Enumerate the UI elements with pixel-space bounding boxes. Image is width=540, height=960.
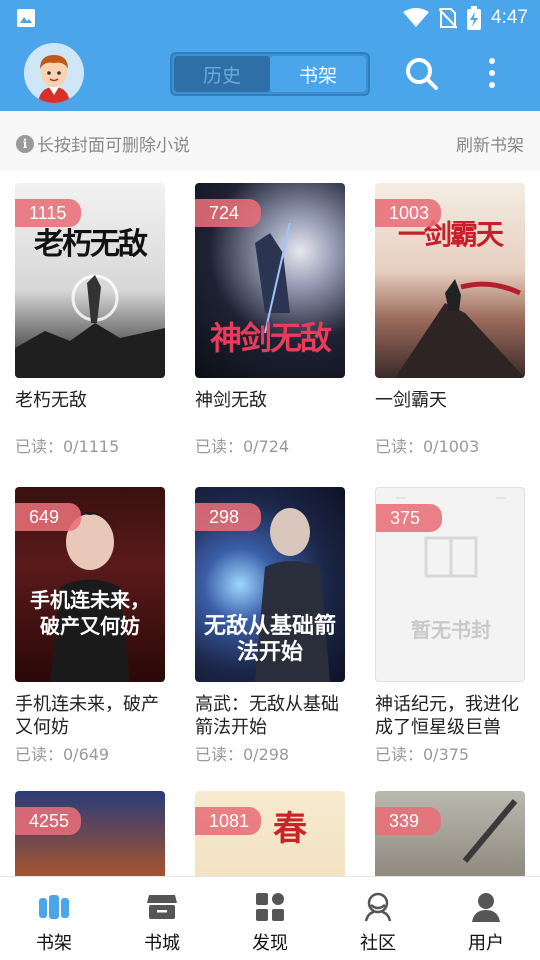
info-icon: i bbox=[16, 134, 34, 153]
nav-label: 书架 bbox=[36, 933, 72, 954]
read-progress: 已读：0/1115 bbox=[15, 437, 120, 456]
book-cover[interactable]: 神剑无敌 724 bbox=[195, 183, 345, 378]
nav-user[interactable]: 用户 bbox=[432, 877, 540, 960]
nav-bookshelf[interactable]: 书架 bbox=[0, 877, 108, 960]
chapter-count-badge: 375 bbox=[376, 504, 442, 532]
book-cover[interactable]: 一剑霸天 1003 bbox=[375, 183, 525, 378]
bookshelf-grid: 老朽无敌 1115 老朽无敌 已读：0/1115 神剑无敌 724 神剑无敌 已… bbox=[0, 171, 540, 876]
more-vertical-icon[interactable] bbox=[480, 56, 504, 92]
clock: 4:47 bbox=[491, 7, 528, 28]
chapter-count-badge: 1081 bbox=[195, 807, 262, 835]
read-progress: 已读：0/649 bbox=[15, 745, 110, 764]
chapter-count-badge: 1115 bbox=[15, 199, 81, 227]
community-icon bbox=[364, 892, 392, 922]
book-cover[interactable]: 4255 bbox=[15, 791, 165, 876]
chapter-count-badge: 339 bbox=[375, 807, 441, 835]
no-sim-icon bbox=[439, 8, 458, 29]
avatar[interactable] bbox=[24, 43, 84, 103]
book-cover[interactable]: 339 bbox=[375, 791, 525, 876]
wifi-icon bbox=[403, 8, 430, 27]
chapter-count-badge: 649 bbox=[15, 503, 81, 531]
nav-discover[interactable]: 发现 bbox=[216, 877, 324, 960]
chapter-count-badge: 4255 bbox=[15, 807, 82, 835]
book-cover[interactable]: 无敌从基础箭法开始 298 bbox=[195, 487, 345, 682]
book-title: 手机连未来，破产又何妨 bbox=[15, 694, 159, 738]
bottom-navigation: 书架 书城 发现 社区 用户 bbox=[0, 876, 540, 960]
book-cover[interactable]: 手机连未来，破产又何妨 649 bbox=[15, 487, 165, 682]
avatar-cartoon-icon bbox=[24, 43, 84, 103]
image-notification-icon bbox=[17, 9, 35, 27]
read-progress: 已读：0/298 bbox=[195, 745, 290, 764]
book-cover[interactable]: 老朽无敌 1115 bbox=[15, 183, 165, 378]
book-title: 高武：无敌从基础箭法开始 bbox=[195, 694, 339, 738]
read-progress: 已读：0/1003 bbox=[375, 437, 480, 456]
book-cover[interactable]: 暂无书封 375 bbox=[375, 487, 525, 682]
app-header: 历史 书架 bbox=[0, 36, 540, 111]
nav-label: 用户 bbox=[468, 933, 504, 954]
chapter-count-badge: 1003 bbox=[375, 199, 442, 227]
store-icon bbox=[147, 895, 177, 919]
bookshelf-icon bbox=[39, 895, 69, 919]
book-title: 老朽无敌 bbox=[15, 390, 87, 411]
tab-bookshelf[interactable]: 书架 bbox=[270, 56, 366, 92]
user-icon bbox=[472, 893, 500, 922]
nav-community[interactable]: 社区 bbox=[324, 877, 432, 960]
book-title: 一剑霸天 bbox=[375, 390, 447, 411]
nav-bookstore[interactable]: 书城 bbox=[108, 877, 216, 960]
delete-hint-text: 长按封面可删除小说 bbox=[37, 136, 190, 156]
status-bar: 4:47 bbox=[0, 0, 540, 36]
tab-history[interactable]: 历史 bbox=[174, 56, 270, 92]
read-progress: 已读：0/724 bbox=[195, 437, 290, 456]
search-icon[interactable] bbox=[404, 56, 440, 92]
chapter-count-badge: 724 bbox=[195, 199, 261, 227]
book-title: 神话纪元，我进化成了恒星级巨兽 bbox=[375, 694, 519, 738]
nav-label: 社区 bbox=[360, 933, 396, 954]
battery-charging-icon bbox=[467, 6, 482, 30]
nav-label: 书城 bbox=[144, 933, 180, 954]
book-cover[interactable]: 春 1081 bbox=[195, 791, 345, 876]
read-progress: 已读：0/375 bbox=[375, 745, 470, 764]
chapter-count-badge: 298 bbox=[195, 503, 261, 531]
history-shelf-segmented-control: 历史 书架 bbox=[170, 52, 370, 96]
refresh-shelf-link[interactable]: 刷新书架 bbox=[456, 131, 524, 156]
tip-bar: i 长按封面可删除小说 刷新书架 bbox=[0, 111, 540, 171]
book-title: 神剑无敌 bbox=[195, 390, 267, 411]
discover-icon bbox=[256, 893, 284, 921]
nav-label: 发现 bbox=[252, 933, 288, 954]
